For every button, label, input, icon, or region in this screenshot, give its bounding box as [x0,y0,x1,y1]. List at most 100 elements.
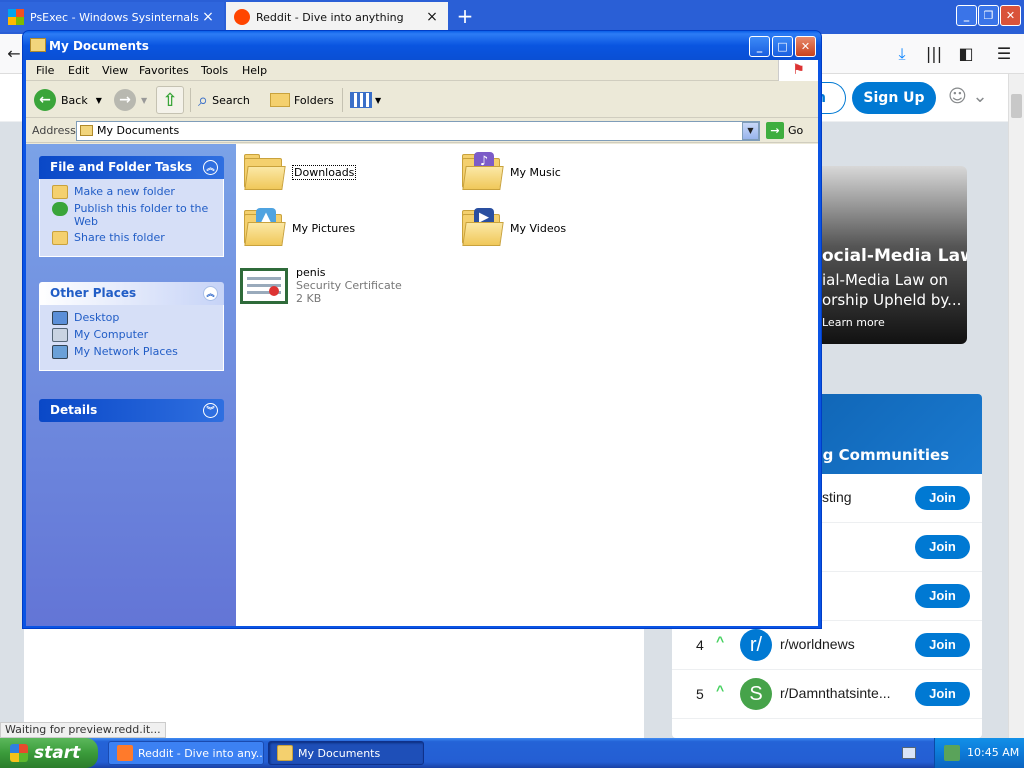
page-scrollbar[interactable] [1008,74,1024,738]
file-name: My Videos [510,221,567,235]
join-button[interactable]: Join [915,682,970,706]
standard-toolbar: ← Back ▼ → ▼ ⇧ ⌕ Search Folders ▼ [26,82,818,118]
network-icon [52,345,68,359]
other-places-header[interactable]: Other Places ︽ [39,282,224,305]
new-tab-button[interactable]: + [454,6,476,28]
menu-file[interactable]: File [36,64,54,77]
join-button[interactable]: Join [915,486,970,510]
file-details: penis Security Certificate 2 KB [296,266,402,305]
download-icon[interactable]: ⤓ [892,44,912,64]
minimize-icon[interactable]: _ [749,36,770,57]
title-bar[interactable]: My Documents _ □ ✕ [23,31,821,60]
address-value: My Documents [97,124,180,137]
up-folder-button[interactable]: ⇧ [156,86,184,114]
file-item-penis[interactable]: penis Security Certificate 2 KB [240,266,402,306]
views-button[interactable]: ▼ [350,86,381,114]
folders-button[interactable]: Folders [270,86,334,114]
publish-folder-link[interactable]: Publish this folder to the Web [52,202,213,228]
community-row[interactable]: 5 ^ Sr/Damnthatsinte... Join [672,670,982,719]
menu-view[interactable]: View [102,64,128,77]
maximize-icon[interactable]: □ [772,36,793,57]
file-item-my-music[interactable]: ♪ My Music [460,152,561,192]
back-button[interactable]: ← Back ▼ [34,86,102,114]
expand-icon[interactable]: ︾ [203,403,218,418]
sign-up-button[interactable]: Sign Up [852,82,936,114]
close-icon[interactable]: ✕ [795,36,816,57]
file-name: Downloads [292,164,357,180]
join-button[interactable]: Join [915,584,970,608]
desktop-link[interactable]: Desktop [52,311,213,325]
videos-folder-icon: ▶ [460,208,504,248]
clock[interactable]: 10:45 AM [967,746,1019,759]
menu-help[interactable]: Help [242,64,267,77]
sidebar-icon[interactable]: ◧ [956,44,976,64]
system-tray: 10:45 AM [934,738,1024,768]
views-icon [350,92,372,108]
up-arrow-icon: ^ [716,682,725,698]
menu-edit[interactable]: Edit [68,64,89,77]
forward-arrow-icon: → [114,89,136,111]
windows-logo-icon [10,744,28,762]
minimize-icon[interactable]: _ [956,5,977,26]
tab-reddit[interactable]: Reddit - Dive into anything × [226,2,448,32]
chevron-down-icon[interactable]: ▼ [96,96,102,105]
collapse-icon[interactable]: ︽ [203,286,218,301]
folder-icon [242,152,286,192]
folder-icon [30,38,46,52]
folder-icon [277,745,293,761]
up-arrow-icon: ^ [716,633,725,649]
menu-icon[interactable]: ☰ [994,44,1014,64]
collapse-icon[interactable]: ︽ [203,160,218,175]
learn-more-link[interactable]: Learn more [822,316,885,329]
go-button[interactable]: → Go [766,122,803,139]
menu-tools[interactable]: Tools [201,64,228,77]
file-item-my-videos[interactable]: ▶ My Videos [460,208,566,248]
file-item-downloads[interactable]: Downloads [242,152,357,192]
chevron-down-icon[interactable]: ▼ [375,96,381,105]
library-icon[interactable]: ||| [924,44,944,64]
close-tab-icon[interactable]: × [200,9,216,25]
taskbar-button-reddit[interactable]: Reddit - Dive into any... [108,741,264,765]
trending-card[interactable]: ocial-Media Law ial-Media Law on orship … [800,166,967,344]
file-item-my-pictures[interactable]: ▲ My Pictures [242,208,355,248]
my-computer-link[interactable]: My Computer [52,328,213,342]
community-name[interactable]: r/worldnews [780,636,855,652]
details-panel: Details ︾ [39,399,224,422]
back-arrow-icon[interactable]: ← [4,44,24,64]
file-folder-tasks-header[interactable]: File and Folder Tasks ︽ [39,156,224,179]
address-dropdown-icon[interactable]: ▼ [742,122,759,140]
forward-button[interactable]: → ▼ [114,86,147,114]
file-view: Downloads ♪ My Music ▲ My Pictures ▶ My … [236,144,818,626]
community-avatar: r/ [740,629,772,661]
scroll-thumb[interactable] [1011,94,1022,118]
network-tray-icon[interactable] [944,745,960,761]
details-header[interactable]: Details ︾ [39,399,224,422]
microsoft-logo-icon [8,9,24,25]
taskbar-button-my-documents[interactable]: My Documents [268,741,424,765]
share-folder-link[interactable]: Share this folder [52,231,213,245]
community-name[interactable]: r/Damnthatsinte... [780,685,891,701]
menu-favorites[interactable]: Favorites [139,64,189,77]
close-icon[interactable]: ✕ [1000,5,1021,26]
desktop-icon [52,311,68,325]
address-input[interactable]: My Documents [76,121,760,141]
chevron-down-icon[interactable]: ▼ [141,96,147,105]
start-button[interactable]: start [0,738,98,768]
user-menu-icon[interactable]: ☺ ⌄ [948,86,988,110]
join-button[interactable]: Join [915,633,970,657]
tab-psexec[interactable]: PsExec - Windows Sysinternals | M × [0,2,224,32]
my-network-places-link[interactable]: My Network Places [52,345,213,359]
search-button[interactable]: ⌕ Search [198,86,250,114]
folders-icon [270,93,290,107]
explorer-body: File Edit View Favorites Tools Help ⚑ ← … [26,60,818,626]
restore-icon[interactable]: ❐ [978,5,999,26]
back-label: Back [61,93,88,107]
toolbar-divider [342,88,343,112]
keyboard-icon[interactable] [902,747,916,759]
taskbar-label: My Documents [298,746,381,760]
join-button[interactable]: Join [915,535,970,559]
computer-icon [52,328,68,342]
make-new-folder-link[interactable]: Make a new folder [52,185,213,199]
other-places-panel: Other Places ︽ Desktop My Computer My Ne… [39,282,224,371]
close-tab-icon[interactable]: × [424,9,440,25]
